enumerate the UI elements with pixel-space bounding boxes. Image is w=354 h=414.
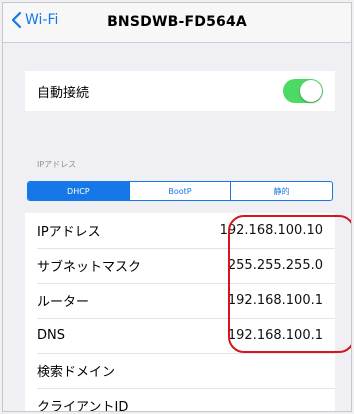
auto-join-row: 自動接続 — [25, 71, 335, 111]
subnet-mask-row: サブネットマスク 255.255.255.0 — [25, 248, 335, 283]
subnet-mask-label: サブネットマスク — [37, 260, 142, 275]
subnet-mask-value: 255.255.255.0 — [227, 258, 323, 273]
wifi-detail-screen: Wi-Fi BNSDWB-FD564A 自動接続 IPアドレス DHCP Boo… — [2, 2, 352, 412]
router-label: ルーター — [37, 295, 90, 310]
ip-details-group: IPアドレス 192.168.100.10 サブネットマスク 255.255.2… — [25, 213, 335, 412]
auto-join-group: 自動接続 — [25, 71, 335, 111]
navigation-bar: Wi-Fi BNSDWB-FD564A — [3, 3, 351, 43]
auto-join-toggle[interactable] — [283, 79, 323, 103]
segment-static[interactable]: 静的 — [230, 182, 332, 200]
ip-address-value: 192.168.100.10 — [219, 223, 323, 238]
search-domains-row[interactable]: 検索ドメイン — [25, 353, 335, 388]
dns-row[interactable]: DNS 192.168.100.1 — [25, 318, 335, 353]
ip-mode-segmented-control: DHCP BootP 静的 — [27, 181, 333, 201]
segment-dhcp[interactable]: DHCP — [28, 182, 129, 200]
search-domains-label: 検索ドメイン — [37, 365, 116, 380]
auto-join-label: 自動接続 — [37, 85, 90, 101]
client-id-row[interactable]: クライアントID — [25, 388, 335, 412]
ip-address-row: IPアドレス 192.168.100.10 — [25, 213, 335, 248]
segment-bootp[interactable]: BootP — [128, 182, 231, 200]
network-name-title: BNSDWB-FD564A — [107, 14, 247, 30]
dns-label: DNS — [37, 328, 65, 343]
ip-address-label: IPアドレス — [37, 225, 101, 240]
router-value: 192.168.100.1 — [227, 293, 323, 308]
dns-value: 192.168.100.1 — [227, 328, 323, 343]
client-id-label: クライアントID — [37, 400, 129, 412]
ip-section-header: IPアドレス — [37, 160, 77, 169]
toggle-knob — [300, 80, 322, 102]
router-row: ルーター 192.168.100.1 — [25, 283, 335, 318]
